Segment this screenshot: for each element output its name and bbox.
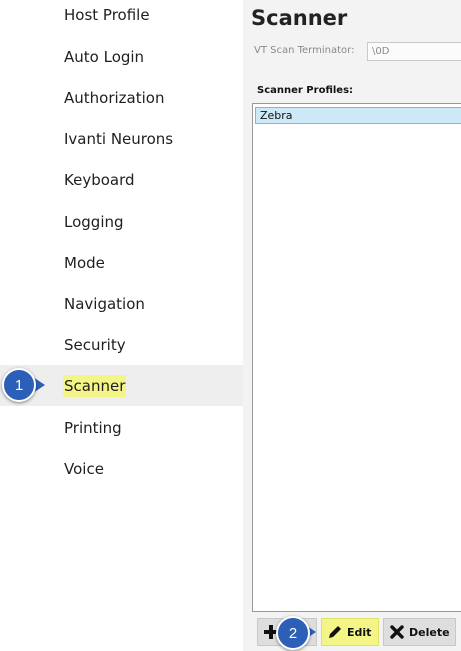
sidebar-item-authorization[interactable]: Authorization xyxy=(0,77,243,118)
sidebar-item-label: Scanner xyxy=(63,374,127,397)
scanner-profiles-list[interactable]: Zebra xyxy=(252,103,461,612)
sidebar-item-label: Navigation xyxy=(64,294,145,313)
callout-2-number: 2 xyxy=(288,624,298,642)
edit-button[interactable]: Edit xyxy=(321,618,379,646)
callout-badge-2: 2 xyxy=(276,616,310,650)
sidebar-item-label: Printing xyxy=(64,418,122,437)
sidebar-item-label: Ivanti Neurons xyxy=(64,129,174,148)
sidebar-item-label: Host Profile xyxy=(64,5,150,24)
x-icon xyxy=(390,625,404,639)
sidebar-item-printing[interactable]: Printing xyxy=(0,407,243,448)
pencil-icon xyxy=(329,626,341,638)
vt-scan-terminator-label: VT Scan Terminator: xyxy=(254,45,355,56)
sidebar-item-security[interactable]: Security xyxy=(0,324,243,365)
delete-button[interactable]: Delete xyxy=(383,618,456,646)
sidebar-item-auto-login[interactable]: Auto Login xyxy=(0,36,243,77)
sidebar: Host Profile Auto Login Authorization Iv… xyxy=(0,0,243,651)
vt-scan-terminator-input[interactable] xyxy=(367,42,461,61)
sidebar-item-voice[interactable]: Voice xyxy=(0,448,243,489)
sidebar-item-keyboard[interactable]: Keyboard xyxy=(0,159,243,200)
sidebar-item-ivanti-neurons[interactable]: Ivanti Neurons xyxy=(0,118,243,159)
scanner-profiles-label: Scanner Profiles: xyxy=(257,85,354,96)
sidebar-item-label: Voice xyxy=(64,459,104,478)
sidebar-item-logging[interactable]: Logging xyxy=(0,201,243,242)
app-root: Host Profile Auto Login Authorization Iv… xyxy=(0,0,461,651)
edit-button-label: Edit xyxy=(347,625,372,639)
sidebar-item-label: Authorization xyxy=(64,88,165,107)
callout-badge-1: 1 xyxy=(2,368,36,402)
sidebar-item-label: Logging xyxy=(64,212,124,231)
sidebar-item-label: Mode xyxy=(64,253,105,272)
sidebar-item-navigation[interactable]: Navigation xyxy=(0,283,243,324)
delete-button-label: Delete xyxy=(409,625,450,639)
page-title: Scanner xyxy=(251,6,348,30)
sidebar-item-label: Security xyxy=(64,335,126,354)
list-item[interactable]: Zebra xyxy=(255,107,461,124)
sidebar-item-mode[interactable]: Mode xyxy=(0,242,243,283)
sidebar-item-host-profile[interactable]: Host Profile xyxy=(0,0,243,35)
callout-1-number: 1 xyxy=(14,376,24,394)
sidebar-item-label: Auto Login xyxy=(64,47,145,66)
sidebar-item-label: Keyboard xyxy=(64,170,135,189)
scanner-settings-panel: Scanner VT Scan Terminator: Scanner Prof… xyxy=(243,0,461,651)
